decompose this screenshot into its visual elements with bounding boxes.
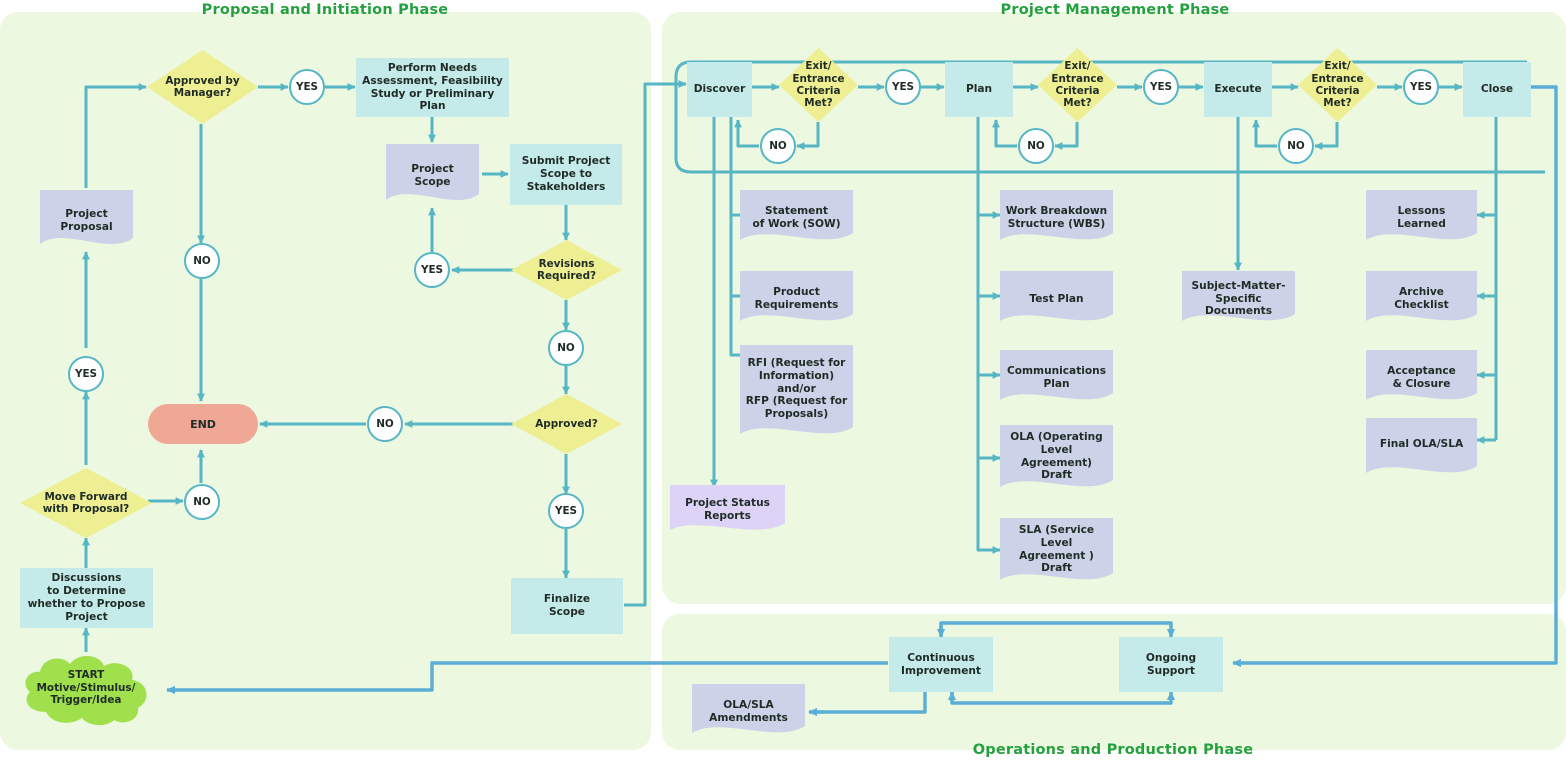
decision-approved[interactable]: Approved? [511, 394, 622, 454]
process-discussions-label: Discussions to Determine whether to Prop… [27, 572, 146, 623]
document-lessons-learned-label: Lessons Learned [1397, 205, 1446, 230]
document-ola-draft[interactable]: OLA (Operating Level Agreement) Draft [1000, 425, 1113, 493]
process-continuous-improvement-label: Continuous Improvement [901, 651, 981, 677]
document-ola-draft-label: OLA (Operating Level Agreement) Draft [1010, 430, 1103, 482]
document-subject-matter-specific[interactable]: Subject-Matter- Specific Documents [1182, 271, 1295, 327]
document-project-scope-label: Project Scope [411, 163, 454, 188]
document-project-status-reports-label: Project Status Reports [685, 497, 770, 522]
document-acceptance-closure[interactable]: Acceptance & Closure [1366, 350, 1477, 406]
decision-gate-plan-label: Exit/ Entrance Criteria Met? [1051, 60, 1104, 110]
decision-gate-discover-label: Exit/ Entrance Criteria Met? [792, 60, 845, 110]
document-communications-plan-label: Communications Plan [1006, 365, 1107, 390]
process-perform-needs-label: Perform Needs Assessment, Feasibility St… [362, 61, 503, 113]
decision-approved-label: Approved? [535, 417, 598, 430]
process-continuous-improvement[interactable]: Continuous Improvement [889, 637, 993, 692]
process-close[interactable]: Close [1463, 62, 1531, 117]
decision-gate-plan[interactable]: Exit/ Entrance Criteria Met? [1038, 48, 1117, 122]
process-ongoing-support[interactable]: Ongoing Support [1119, 637, 1223, 692]
document-wbs-label: Work Breakdown Structure (WBS) [1005, 205, 1108, 230]
document-archive-checklist-label: Archive Checklist [1394, 286, 1449, 311]
process-discover[interactable]: Discover [687, 62, 752, 117]
process-discussions[interactable]: Discussions to Determine whether to Prop… [20, 568, 153, 628]
process-perform-needs-assessment[interactable]: Perform Needs Assessment, Feasibility St… [356, 58, 509, 117]
decision-gate-execute-label: Exit/ Entrance Criteria Met? [1311, 60, 1364, 110]
document-project-proposal[interactable]: Project Proposal [40, 190, 133, 252]
decision-revisions-required[interactable]: Revisions Required? [511, 240, 622, 300]
document-archive-checklist[interactable]: Archive Checklist [1366, 271, 1477, 327]
document-sla-draft[interactable]: SLA (Service Level Agreement ) Draft [1000, 518, 1113, 586]
process-ongoing-support-label: Ongoing Support [1145, 651, 1197, 677]
document-final-ola-sla-label: Final OLA/SLA [1379, 437, 1464, 450]
document-acceptance-closure-label: Acceptance & Closure [1387, 365, 1456, 390]
document-statement-of-work[interactable]: Statement of Work (SOW) [740, 190, 853, 246]
yes-circle-approved[interactable]: YES [548, 493, 584, 529]
yes-circle-move-forward[interactable]: YES [68, 356, 104, 392]
flowchart-canvas: Proposal and Initiation Phase Project Ma… [0, 0, 1566, 762]
decision-approved-by-manager-label: Approved by Manager? [165, 74, 240, 99]
document-statement-of-work-label: Statement of Work (SOW) [752, 205, 841, 230]
document-test-plan[interactable]: Test Plan [1000, 271, 1113, 327]
no-circle-gate-plan[interactable]: NO [1018, 128, 1054, 164]
decision-move-forward[interactable]: Move Forward with Proposal? [20, 468, 152, 538]
process-submit-scope[interactable]: Submit Project Scope to Stakeholders [510, 144, 622, 205]
document-product-requirements[interactable]: Product Requirements [740, 271, 853, 327]
document-lessons-learned[interactable]: Lessons Learned [1366, 190, 1477, 246]
no-circle-revisions[interactable]: NO [548, 330, 584, 366]
yes-circle-gate-plan[interactable]: YES [1143, 69, 1179, 105]
document-rfi-rfp-label: RFI (Request for Information) and/or RFP… [745, 356, 848, 421]
document-communications-plan[interactable]: Communications Plan [1000, 350, 1113, 406]
document-project-proposal-label: Project Proposal [60, 208, 113, 233]
document-wbs[interactable]: Work Breakdown Structure (WBS) [1000, 190, 1113, 246]
document-test-plan-label: Test Plan [1029, 292, 1084, 305]
yes-circle-gate-execute[interactable]: YES [1403, 69, 1439, 105]
start-cloud-node[interactable]: START Motive/Stimulus/ Trigger/Idea [16, 650, 156, 726]
end-node[interactable]: END [148, 404, 258, 444]
document-sla-draft-label: SLA (Service Level Agreement ) Draft [1018, 523, 1095, 575]
decision-gate-discover[interactable]: Exit/ Entrance Criteria Met? [779, 48, 858, 122]
process-submit-scope-label: Submit Project Scope to Stakeholders [521, 155, 611, 193]
yes-circle-approved-manager[interactable]: YES [289, 69, 325, 105]
process-plan[interactable]: Plan [945, 62, 1013, 117]
no-circle-approved[interactable]: NO [367, 406, 403, 442]
process-execute[interactable]: Execute [1204, 62, 1272, 117]
document-ola-sla-amendments[interactable]: OLA/SLA Amendments [692, 684, 805, 739]
document-project-status-reports[interactable]: Project Status Reports [670, 485, 785, 535]
start-cloud-label: START Motive/Stimulus/ Trigger/Idea [36, 668, 136, 707]
no-circle-gate-discover[interactable]: NO [760, 128, 796, 164]
no-circle-move-forward[interactable]: NO [184, 484, 220, 520]
decision-approved-by-manager[interactable]: Approved by Manager? [147, 50, 258, 124]
process-finalize-scope-label: Finalize Scope [543, 593, 591, 618]
document-subject-matter-label: Subject-Matter- Specific Documents [1191, 279, 1286, 318]
document-product-requirements-label: Product Requirements [754, 286, 839, 311]
document-final-ola-sla[interactable]: Final OLA/SLA [1366, 418, 1477, 480]
process-finalize-scope[interactable]: Finalize Scope [511, 578, 623, 634]
document-project-scope[interactable]: Project Scope [386, 144, 479, 208]
document-ola-sla-amendments-label: OLA/SLA Amendments [709, 698, 788, 724]
decision-gate-execute[interactable]: Exit/ Entrance Criteria Met? [1298, 48, 1377, 122]
yes-circle-gate-discover[interactable]: YES [885, 69, 921, 105]
document-rfi-rfp[interactable]: RFI (Request for Information) and/or RFP… [740, 345, 853, 441]
no-circle-approved-manager[interactable]: NO [184, 243, 220, 279]
decision-revisions-required-label: Revisions Required? [536, 257, 597, 282]
decision-move-forward-label: Move Forward with Proposal? [42, 490, 130, 515]
no-circle-gate-execute[interactable]: NO [1278, 128, 1314, 164]
yes-circle-revisions[interactable]: YES [414, 252, 450, 288]
